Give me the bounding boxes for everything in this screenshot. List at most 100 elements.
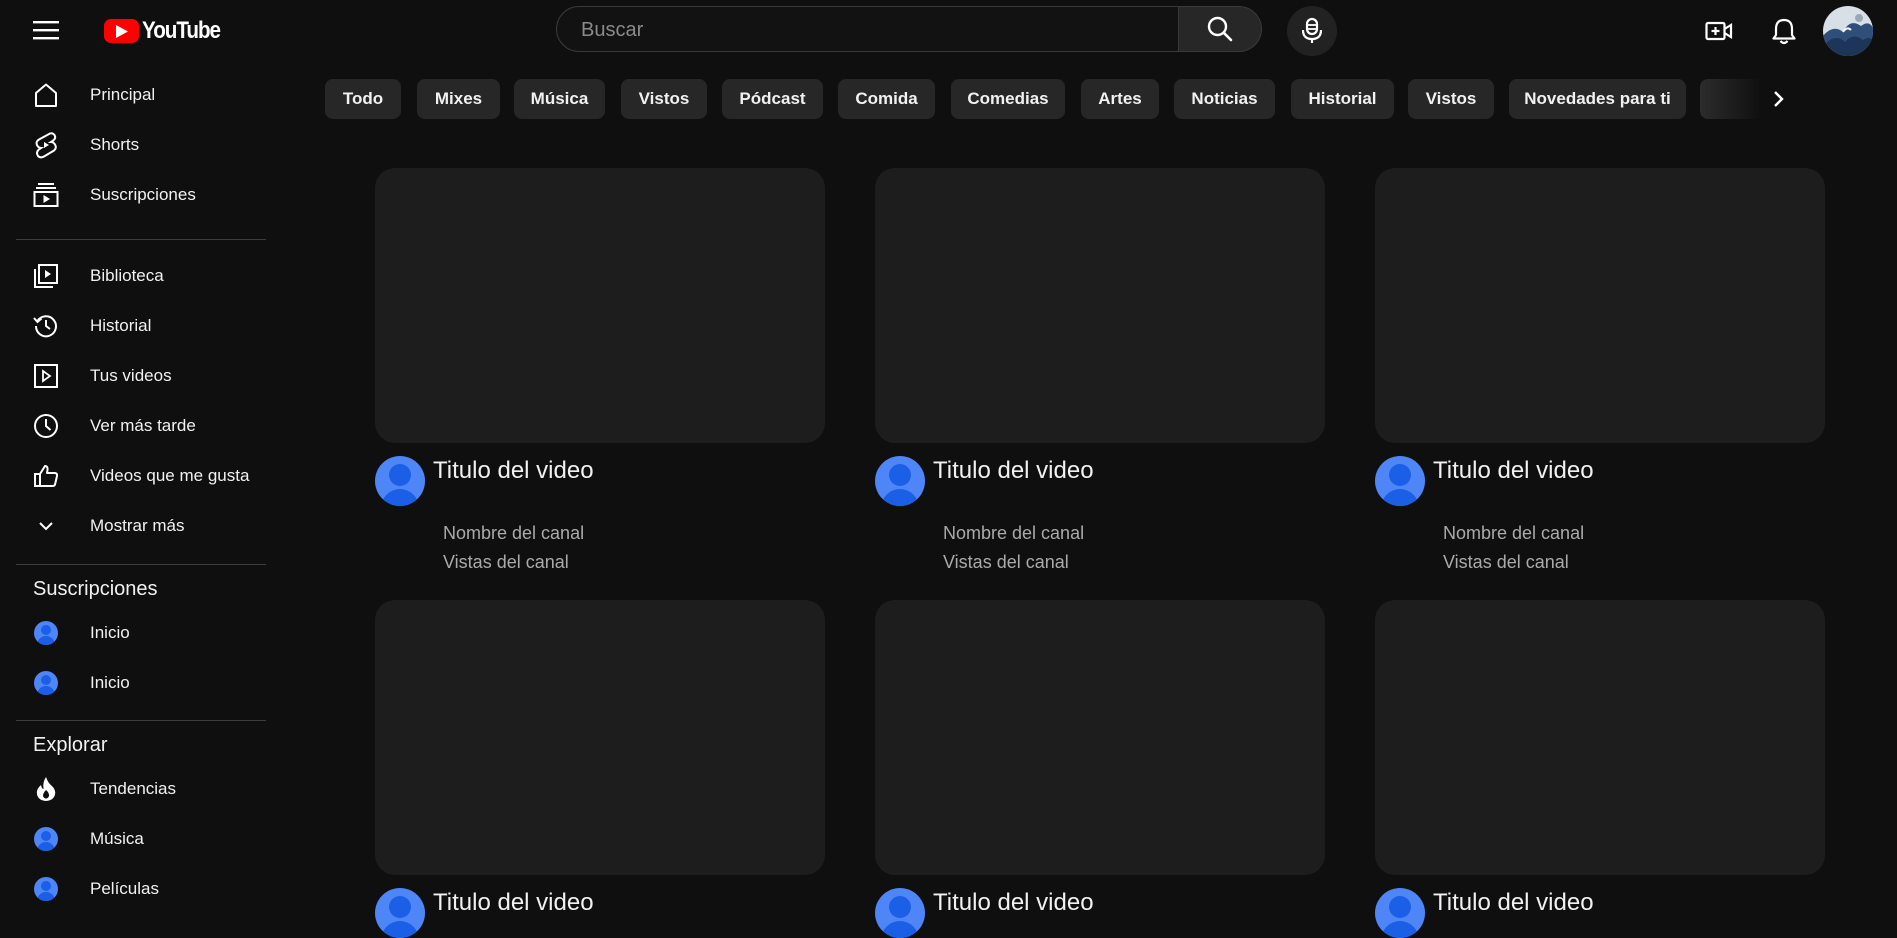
sidebar-item-label: Suscripciones [90, 185, 196, 204]
search-button[interactable] [1179, 6, 1262, 52]
menu-icon[interactable] [26, 13, 66, 47]
create-video-button[interactable] [1700, 12, 1738, 50]
bell-icon [1771, 17, 1797, 45]
sidebar-item-biblioteca[interactable]: Biblioteca [16, 252, 266, 300]
sidebar-item-label: Inicio [90, 673, 130, 692]
channel-avatar [34, 827, 58, 851]
chip-comedias[interactable]: Comedias [951, 79, 1065, 119]
mic-icon [1299, 17, 1325, 45]
subscriptions-heading: Suscripciones [33, 578, 158, 600]
video-thumbnail[interactable] [375, 168, 825, 443]
chip-artes[interactable]: Artes [1081, 79, 1159, 119]
video-title[interactable]: Titulo del video [933, 457, 1094, 485]
chip-novedades[interactable]: Novedades para ti [1509, 79, 1686, 119]
video-thumbnail[interactable] [875, 168, 1325, 443]
chips-next-button[interactable] [1762, 79, 1796, 119]
sidebar-item-musica[interactable]: Música [16, 815, 266, 863]
search-icon [1206, 15, 1234, 43]
sidebar-item-tus-videos[interactable]: Tus videos [16, 352, 266, 400]
create-video-icon [1705, 20, 1733, 42]
sidebar-item-suscripciones[interactable]: Suscripciones [16, 171, 266, 219]
library-icon [16, 252, 76, 300]
chip-vistos-2[interactable]: Vistos [1408, 79, 1494, 119]
channel-avatar-wrap [16, 815, 76, 863]
channel-avatar [34, 671, 58, 695]
notifications-button[interactable] [1765, 12, 1803, 50]
video-thumbnail[interactable] [1375, 168, 1825, 443]
channel-avatar[interactable] [875, 888, 925, 938]
sidebar-item-ver-mas-tarde[interactable]: Ver más tarde [16, 402, 266, 450]
sidebar-item-label: Inicio [90, 623, 130, 642]
sidebar-divider [16, 239, 266, 240]
sidebar-item-principal[interactable]: Principal [16, 71, 266, 119]
video-views: Vistas del canal [943, 552, 1069, 572]
video-views: Vistas del canal [1443, 552, 1569, 572]
sidebar-item-label: Películas [90, 879, 159, 898]
chip-vistos[interactable]: Vistos [621, 79, 707, 119]
shorts-icon [16, 121, 76, 169]
thumbs-up-icon [16, 452, 76, 500]
video-title[interactable]: Titulo del video [433, 457, 594, 485]
channel-avatar-wrap [16, 865, 76, 913]
youtube-play-icon [104, 19, 139, 43]
video-title[interactable]: Titulo del video [1433, 457, 1594, 485]
sidebar-subscription-item[interactable]: Inicio [16, 609, 266, 657]
sidebar-item-mostrar-mas[interactable]: Mostrar más [16, 502, 266, 550]
sidebar-item-label: Videos que me gusta [90, 466, 250, 485]
video-thumbnail[interactable] [375, 600, 825, 875]
sidebar-item-label: Mostrar más [90, 516, 185, 535]
channel-avatar[interactable] [1375, 456, 1425, 506]
logo-text: YouTube [142, 17, 221, 44]
video-thumbnail[interactable] [1375, 600, 1825, 875]
chip-musica[interactable]: Música [514, 79, 605, 119]
chevron-down-icon [16, 502, 76, 550]
video-views: Vistas del canal [443, 552, 569, 572]
chip-todo[interactable]: Todo [325, 79, 401, 119]
clock-icon [16, 402, 76, 450]
fire-icon [16, 765, 76, 813]
history-icon [16, 302, 76, 350]
explore-heading: Explorar [33, 734, 108, 756]
category-chips: Todo Mixes Música Vistos Pódcast Comida … [325, 79, 1795, 119]
top-bar: YouTube [0, 0, 1897, 62]
channel-name[interactable]: Nombre del canal [443, 523, 584, 544]
channel-avatar-wrap [16, 659, 76, 707]
chip-comida[interactable]: Comida [838, 79, 935, 119]
chip-podcast[interactable]: Pódcast [722, 79, 823, 119]
chip-mixes[interactable]: Mixes [417, 79, 500, 119]
sidebar-item-historial[interactable]: Historial [16, 302, 266, 350]
sidebar: Principal Shorts Suscripciones Bibliotec… [0, 62, 266, 913]
sidebar-item-label: Ver más tarde [90, 416, 196, 435]
sidebar-item-peliculas[interactable]: Películas [16, 865, 266, 913]
channel-avatar[interactable] [375, 888, 425, 938]
channel-avatar[interactable] [1375, 888, 1425, 938]
youtube-logo[interactable]: YouTube [104, 17, 233, 45]
sidebar-item-shorts[interactable]: Shorts [16, 121, 266, 169]
channel-avatar[interactable] [375, 456, 425, 506]
channel-name[interactable]: Nombre del canal [943, 523, 1084, 544]
voice-search-button[interactable] [1287, 6, 1337, 56]
sidebar-item-tendencias[interactable]: Tendencias [16, 765, 266, 813]
channel-name[interactable]: Nombre del canal [1443, 523, 1584, 544]
chip-overflow-fade [1700, 79, 1762, 119]
channel-avatar [34, 877, 58, 901]
sidebar-subscription-item[interactable]: Inicio [16, 659, 266, 707]
chip-historial[interactable]: Historial [1291, 79, 1394, 119]
search-box [556, 6, 1179, 53]
search-input[interactable] [579, 7, 1163, 53]
sidebar-divider [16, 720, 266, 721]
sidebar-item-videos-que-me-gustan[interactable]: Videos que me gusta [16, 452, 266, 500]
sidebar-item-label: Historial [90, 316, 152, 335]
sidebar-item-label: Tendencias [90, 779, 177, 798]
home-icon [16, 71, 76, 119]
channel-avatar[interactable] [875, 456, 925, 506]
sidebar-item-label: Música [90, 829, 144, 848]
sidebar-item-label: Biblioteca [90, 266, 164, 285]
sidebar-divider [16, 564, 266, 565]
sidebar-item-label: Shorts [90, 135, 140, 154]
channel-avatar-wrap [16, 609, 76, 657]
account-avatar[interactable] [1823, 6, 1873, 56]
video-thumbnail[interactable] [875, 600, 1325, 875]
channel-avatar [34, 621, 58, 645]
chip-noticias[interactable]: Noticias [1174, 79, 1275, 119]
